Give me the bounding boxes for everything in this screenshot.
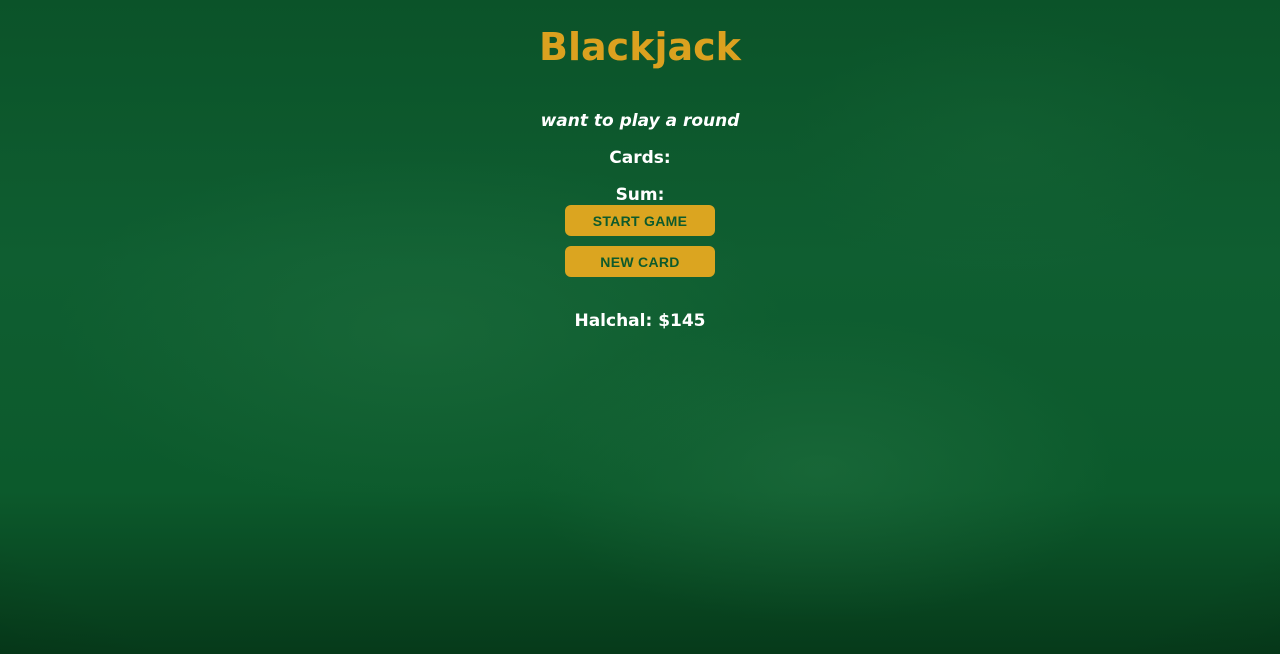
new-card-button[interactable]: NEW CARD xyxy=(565,246,715,277)
player-info: Halchal: $145 xyxy=(574,311,706,331)
game-title: Blackjack xyxy=(539,25,741,69)
start-game-button[interactable]: START GAME xyxy=(565,205,715,236)
message-text: want to play a round xyxy=(540,111,740,131)
sum-display: Sum: xyxy=(615,185,665,205)
cards-display: Cards: xyxy=(609,148,671,168)
